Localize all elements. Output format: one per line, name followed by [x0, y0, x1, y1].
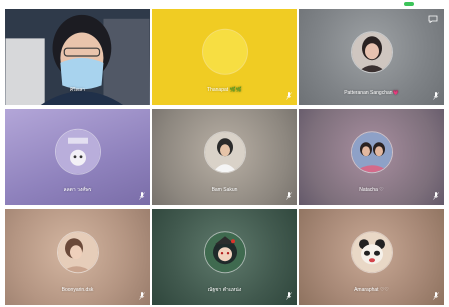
avatar: [351, 132, 392, 173]
avatar: [202, 29, 247, 74]
avatar: [204, 132, 245, 173]
status-bar: คลังข้อมูล 12:53 อ. 14 ม.ค. ••• 70%: [0, 0, 449, 9]
mic-muted-icon: [139, 192, 145, 200]
participant-name: Thanapat 🌿🌿: [207, 87, 242, 93]
participant-name: Natacha ♡: [359, 187, 384, 193]
participant-tile-3[interactable]: Patteranan Sangchan💗: [298, 8, 445, 106]
mic-muted-icon: [433, 92, 439, 100]
participant-tile-6[interactable]: Natacha ♡: [298, 108, 445, 206]
avatar: [351, 232, 392, 273]
participant-name: ณัฐชา ตำแหน่ง: [207, 287, 242, 293]
mic-muted-icon: [433, 292, 439, 300]
status-dots: •••: [218, 1, 224, 7]
participant-tile-7[interactable]: Boonyarin.dsk: [4, 208, 151, 306]
mic-muted-icon: [286, 92, 292, 100]
participant-tile-1[interactable]: ศิริดลา: [4, 8, 151, 106]
participant-tile-4[interactable]: ลลตา วงศ์ษร: [4, 108, 151, 206]
avatar: [351, 32, 392, 73]
avatar: [57, 232, 98, 273]
mic-muted-icon: [433, 192, 439, 200]
participant-name: Boonyarin.dsk: [61, 287, 94, 293]
call-active-icon: [403, 2, 414, 6]
mic-muted-icon: [286, 292, 292, 300]
participant-name: ศิริดลา: [70, 87, 85, 93]
mic-muted-icon: [139, 292, 145, 300]
battery-icon: [430, 1, 441, 7]
participant-name: ลลตา วงศ์ษร: [63, 187, 92, 193]
participant-name: Bam Sakun: [211, 187, 238, 193]
status-indicators: 70%: [403, 1, 441, 7]
participant-tile-9[interactable]: Amaraphat ♡♡: [298, 208, 445, 306]
participant-tile-2[interactable]: Thanapat 🌿🌿: [151, 8, 298, 106]
avatar: [204, 232, 245, 273]
avatar: [55, 129, 100, 174]
battery-percent: 70%: [416, 1, 427, 7]
participant-grid: ศิริดลา Thanapat 🌿🌿 Patteranan Sangchan💗…: [4, 8, 445, 306]
participant-tile-8[interactable]: ณัฐชา ตำแหน่ง: [151, 208, 298, 306]
mic-muted-icon: [286, 192, 292, 200]
participant-name: Amaraphat ♡♡: [354, 287, 389, 293]
status-time: คลังข้อมูล 12:53 อ. 14 ม.ค.: [6, 2, 66, 8]
speech-bubble-icon[interactable]: [428, 15, 438, 23]
participant-name: Patteranan Sangchan💗: [344, 90, 399, 96]
participant-tile-5[interactable]: Bam Sakun: [151, 108, 298, 206]
